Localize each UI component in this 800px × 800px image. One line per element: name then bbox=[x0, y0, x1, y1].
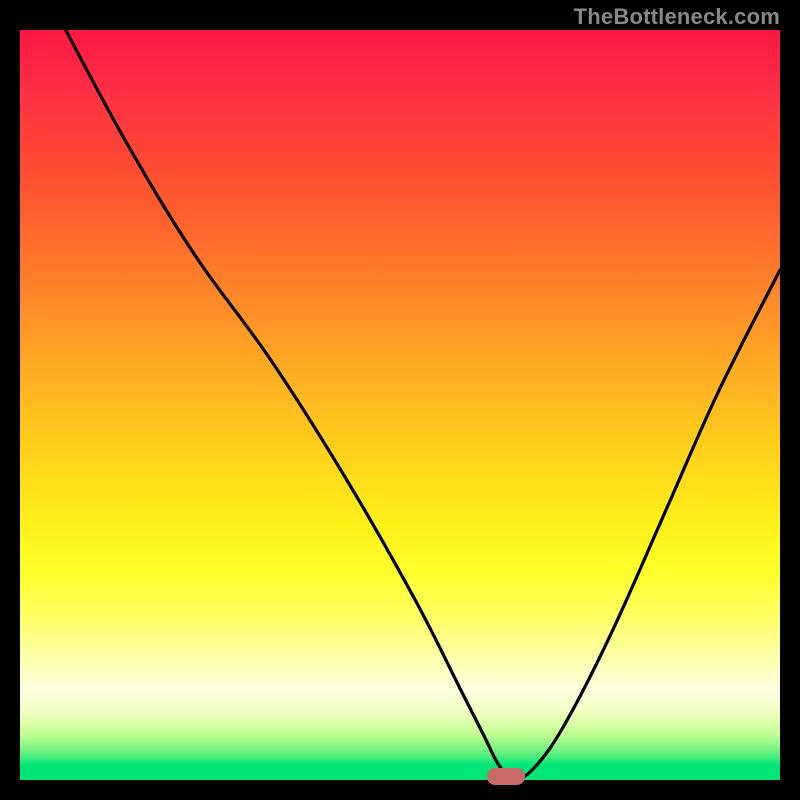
plot-background-gradient bbox=[20, 30, 780, 780]
watermark-text: TheBottleneck.com bbox=[574, 4, 780, 30]
chart-container: TheBottleneck.com bbox=[0, 0, 800, 800]
optimum-marker bbox=[487, 768, 525, 785]
